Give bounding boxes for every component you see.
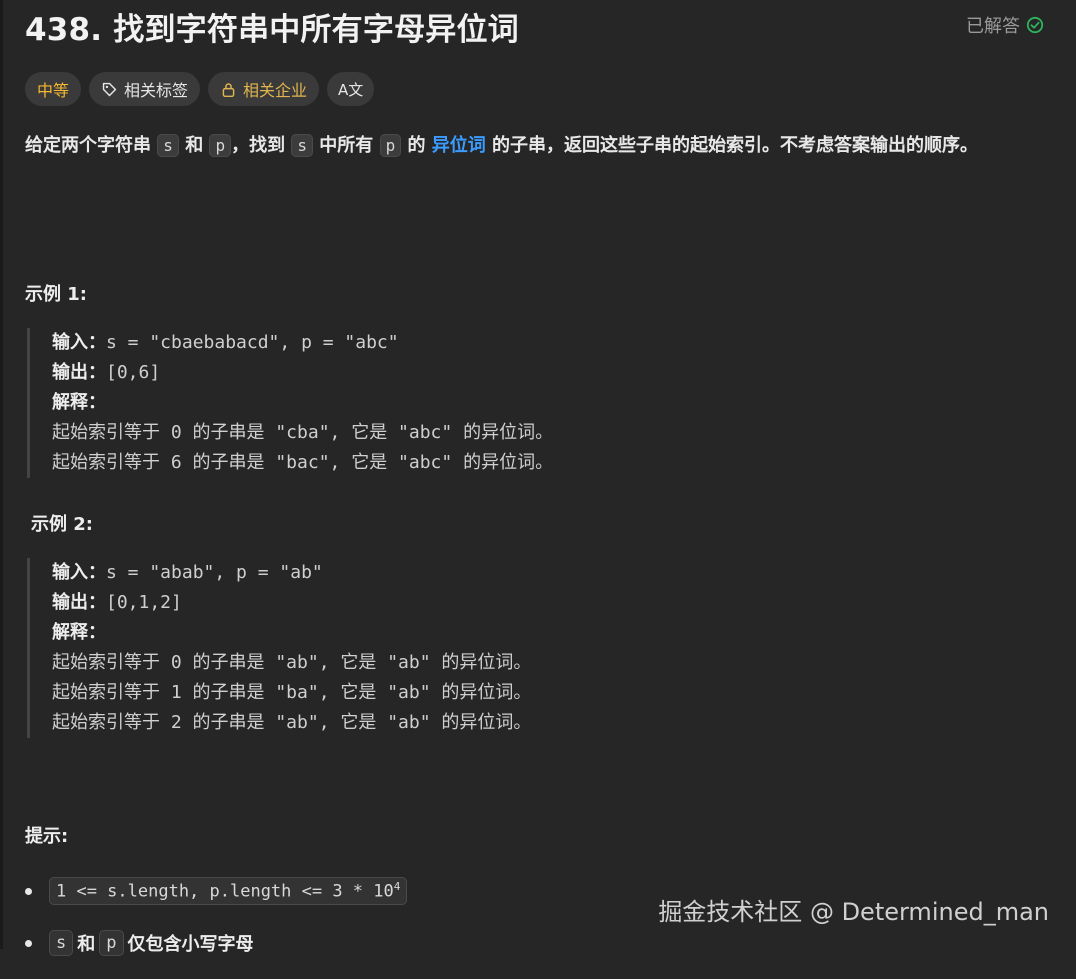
desc-text: 的子串，返回这些子串的起始索引。不考虑答案输出的顺序。 (485, 135, 979, 156)
example-2-block: 输入：s = "abab", p = "ab" 输出：[0,1,2] 解释： 起始索引… (27, 558, 531, 738)
related-companies-label: 相关企业 (243, 81, 308, 100)
related-topics-label: 相关标签 (124, 81, 189, 100)
hints-title: 提示: (25, 826, 69, 847)
explain-line: 起始索引等于 1 的子串是 "ba", 它是 "ab" 的异位词。 (52, 682, 532, 703)
bullet (25, 887, 32, 895)
desc-text: ，找到 (231, 135, 292, 156)
difficulty-label: 中等 (37, 81, 70, 100)
tag-bar: 中等 相关标签 相关企业 A文 (25, 72, 375, 106)
constraint-text: 1 <= s.length, p.length <= 3 * 10 (56, 881, 394, 902)
bullet (25, 939, 32, 947)
anagram-link[interactable]: 异位词 (432, 135, 486, 156)
hint-item: s 和 p 仅包含小写字母 (25, 927, 407, 959)
explain-line: 起始索引等于 6 的子串是 "bac", 它是 "abc" 的异位词。 (52, 452, 554, 473)
hint-item: 1 <= s.length, p.length <= 3 * 104 (25, 875, 408, 907)
translate-icon: A文 (338, 80, 364, 99)
code-s: s (291, 134, 314, 157)
difficulty-badge[interactable]: 中等 (25, 72, 82, 106)
hint-and: 和 (77, 934, 96, 955)
hint-constraint-code: 1 <= s.length, p.length <= 3 * 104 (49, 877, 408, 905)
explain-line: 起始索引等于 0 的子串是 "ab", 它是 "ab" 的异位词。 (52, 652, 532, 673)
related-companies-button[interactable]: 相关企业 (208, 72, 320, 106)
code-s: s (49, 930, 74, 956)
desc-text: 的 (401, 135, 432, 156)
output-label: 输出： (52, 592, 106, 613)
solved-label: 已解答 (966, 16, 1020, 37)
output-value: [0,6] (106, 362, 161, 383)
explain-line: 起始索引等于 2 的子串是 "ab", 它是 "ab" 的异位词。 (52, 712, 532, 733)
tag-icon (102, 82, 117, 96)
panel-edge (0, 0, 3, 949)
problem-page: 438. 找到字符串中所有字母异位词 已解答 中等 相关标签 相关企业 A文 给… (0, 0, 1076, 956)
input-label: 输入： (52, 332, 106, 353)
hint-text: 仅包含小写字母 (127, 934, 254, 955)
code-p: p (209, 134, 232, 157)
check-circle-icon (1026, 16, 1044, 34)
example-1-title: 示例 1: (25, 284, 87, 305)
desc-text: 和 (178, 135, 210, 156)
solved-status: 已解答 (966, 12, 1044, 38)
explain-label: 解释： (52, 622, 106, 643)
desc-text: 中所有 (313, 135, 380, 156)
hints-list: 1 <= s.length, p.length <= 3 * 104 s 和 p… (25, 875, 408, 979)
related-topics-button[interactable]: 相关标签 (89, 72, 201, 106)
code-s: s (157, 134, 179, 157)
explain-line: 起始索引等于 0 的子串是 "cba", 它是 "abc" 的异位词。 (52, 422, 554, 443)
translate-button[interactable]: A文 (327, 72, 375, 106)
input-value: s = "cbaebabacd", p = "abc" (106, 332, 399, 353)
problem-description: 给定两个字符串 s 和 p ，找到 s 中所有 p 的 异位词 的子串，返回这些子… (25, 130, 1045, 161)
output-value: [0,1,2] (106, 592, 182, 613)
constraint-exponent: 4 (393, 880, 401, 894)
problem-title: 438. 找到字符串中所有字母异位词 (25, 12, 519, 48)
output-label: 输出： (52, 362, 106, 383)
input-label: 输入： (52, 562, 106, 583)
example-2-title: 示例 2: (31, 514, 93, 535)
lock-icon (222, 82, 235, 97)
watermark: 掘金技术社区 @ Determined_man (658, 898, 1049, 926)
input-value: s = "abab", p = "ab" (106, 562, 323, 583)
example-1-block: 输入：s = "cbaebabacd", p = "abc" 输出：[0,6] 解释… (27, 328, 553, 478)
code-p: p (379, 134, 402, 157)
desc-text: 给定两个字符串 (25, 135, 158, 156)
explain-label: 解释： (52, 392, 106, 413)
code-p: p (99, 930, 124, 956)
